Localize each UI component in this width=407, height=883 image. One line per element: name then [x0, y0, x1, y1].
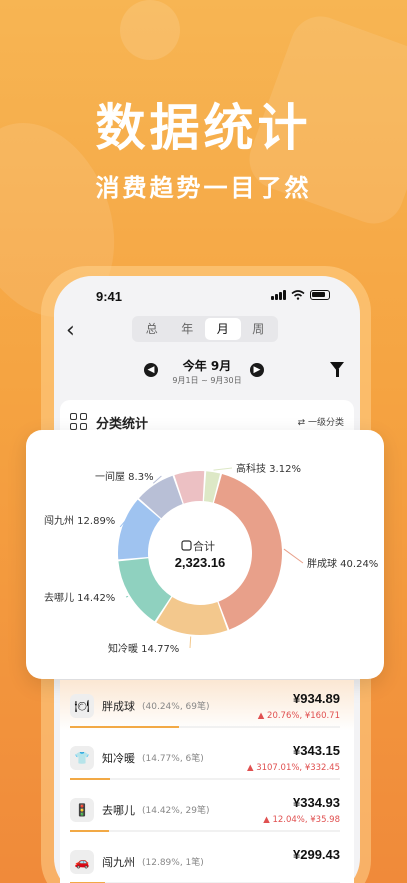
row-name: 胖成球	[102, 700, 135, 713]
donut-leader-line-0	[283, 548, 304, 564]
wifi-icon	[291, 290, 305, 300]
category-row[interactable]: 🚦 去哪儿 (14.42%, 29笔) ¥334.93 ▲ 12.04%, ¥35.98	[60, 790, 354, 842]
row-progress-fill	[70, 778, 110, 780]
period-segmented-control: 总年月周	[132, 316, 278, 342]
tab-period-0[interactable]: 总	[134, 318, 170, 340]
row-amount: ¥343.15	[293, 743, 340, 758]
row-name: 闯九州	[102, 856, 135, 869]
month-title: 今年 9月	[182, 359, 232, 373]
donut-leader-line-2	[125, 595, 129, 598]
cloche-icon: 🍽	[70, 694, 94, 718]
donut-slice-0[interactable]	[213, 474, 283, 630]
swap-icon: ⇄	[297, 418, 306, 428]
donut-chart: 胖成球 40.24% 知冷暖 14.77% 去哪儿 14.42% 闯九州 12.89%…	[44, 462, 378, 655]
status-bar: 9:41	[54, 276, 360, 314]
row-meta: (12.89%, 1笔)	[142, 858, 204, 868]
row-meta: (14.42%, 29笔)	[142, 806, 210, 816]
donut-label-6: 高科技 3.12%	[236, 462, 301, 475]
hero-subtitle: 消费趋势一目了然	[95, 174, 312, 202]
category-list: 🍽 胖成球 (40.24%, 69笔) ¥934.89 ▲ 20.76%, ¥160.7…	[60, 680, 354, 883]
row-amount: ¥299.43	[293, 847, 340, 862]
row-change: ▲ 20.76%, ¥160.71	[257, 711, 340, 721]
hero-title: 数据统计	[95, 99, 312, 157]
next-month-icon[interactable]: ▶	[250, 363, 264, 377]
donut-leader-line-1	[189, 636, 192, 649]
row-progress-track	[70, 830, 340, 832]
row-change: ▲ 3107.01%, ¥332.45	[246, 763, 340, 773]
row-progress-fill	[70, 726, 179, 728]
filter-icon[interactable]	[330, 362, 344, 377]
car-icon: 🚗	[70, 850, 94, 874]
shirt-icon: 👕	[70, 746, 94, 770]
donut-label-2: 去哪儿 14.42%	[44, 592, 115, 604]
status-time: 9:41	[96, 289, 123, 304]
row-meta: (40.24%, 69笔)	[142, 702, 210, 712]
row-name: 去哪儿	[102, 804, 135, 817]
month-navigator: ◀ 今年 9月 9月1日 ~ 9月30日 ▶	[54, 356, 360, 390]
back-chevron-icon[interactable]: ‹	[66, 318, 75, 343]
level-toggle-label: 一级分类	[307, 418, 344, 428]
battery-icon	[310, 290, 330, 300]
donut-label-1: 知冷暖 14.77%	[108, 642, 179, 655]
row-change: ▲ 12.04%, ¥35.98	[263, 815, 340, 825]
month-range: 9月1日 ~ 9月30日	[172, 376, 242, 385]
row-meta: (14.77%, 6笔)	[142, 754, 204, 764]
level-toggle-button[interactable]: ⇄ 一级分类	[298, 415, 344, 428]
row-amount: ¥334.93	[293, 795, 340, 810]
traffic-light-icon: 🚦	[70, 798, 94, 822]
donut-label-3: 闯九州 12.89%	[44, 514, 115, 527]
tab-period-3[interactable]: 周	[241, 318, 277, 340]
row-name: 知冷暖	[102, 752, 135, 765]
signal-icon	[271, 290, 286, 300]
tab-period-2[interactable]: 月	[205, 318, 241, 340]
donut-label-0: 胖成球 40.24%	[307, 557, 378, 570]
donut-label-4: 一间屋 8.3%	[95, 470, 154, 483]
total-icon	[181, 540, 192, 551]
category-grid-icon	[70, 413, 88, 431]
category-row[interactable]: 👕 知冷暖 (14.77%, 6笔) ¥343.15 ▲ 3107.01%, ¥332.…	[60, 738, 354, 790]
background-decoration	[120, 0, 180, 60]
row-progress-track	[70, 778, 340, 780]
donut-leader-line-6	[213, 467, 233, 471]
row-progress-fill	[70, 830, 109, 832]
row-amount: ¥934.89	[293, 691, 340, 706]
donut-chart-card: 胖成球 40.24% 知冷暖 14.77% 去哪儿 14.42% 闯九州 12.89%…	[26, 430, 384, 679]
category-row[interactable]: 🍽 胖成球 (40.24%, 69笔) ¥934.89 ▲ 20.76%, ¥160.7…	[60, 686, 354, 738]
tab-period-1[interactable]: 年	[170, 318, 206, 340]
donut-center-label: 合计	[193, 539, 215, 553]
category-row[interactable]: 🚗 闯九州 (12.89%, 1笔) ¥299.43	[60, 842, 354, 883]
donut-center-value: 2,323.16	[175, 555, 226, 570]
